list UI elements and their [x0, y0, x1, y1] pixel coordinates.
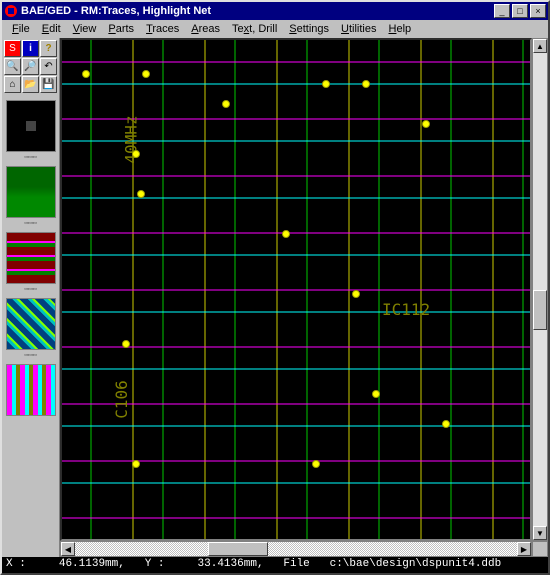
menu-textdrill[interactable]: Text, Drill [226, 21, 283, 37]
silkscreen-label-c: C106 [112, 380, 131, 419]
menu-view[interactable]: View [67, 21, 103, 37]
silkscreen-label-ic: IC112 [382, 300, 430, 319]
menubar: File Edit View Parts Traces Areas Text, … [2, 20, 548, 38]
thumbnail-label: ▫▫▫▫▫ [6, 286, 56, 296]
left-panel: S i ? 🔍 🔎 ↶ ⌂ 📂 💾 ▫▫▫▫▫ ▫▫▫▫▫ ▫▫▫▫▫ [2, 38, 60, 557]
tool-home-button[interactable]: ⌂ [4, 76, 21, 93]
menu-help[interactable]: Help [383, 21, 418, 37]
scroll-up-button[interactable]: ▲ [533, 39, 547, 53]
scroll-thumb-v[interactable] [533, 290, 547, 330]
tool-open-button[interactable]: 📂 [22, 76, 39, 93]
thumbnail-label: ▫▫▫▫▫ [6, 352, 56, 362]
status-y-label: Y : [145, 558, 165, 570]
scroll-left-button[interactable]: ◀ [61, 542, 75, 556]
zoomout-icon: 🔎 [24, 61, 36, 72]
close-button[interactable]: × [530, 4, 546, 18]
menu-utilities[interactable]: Utilities [335, 21, 382, 37]
thumbnail-layer-1[interactable] [6, 166, 56, 218]
status-y-value: 33.4136mm, [198, 558, 264, 570]
info-icon: i [29, 43, 32, 54]
zoomin-icon: 🔍 [6, 61, 18, 72]
status-x-value: 46.1139mm, [59, 558, 125, 570]
maximize-icon: □ [517, 6, 522, 16]
workspace: S i ? 🔍 🔎 ↶ ⌂ 📂 💾 ▫▫▫▫▫ ▫▫▫▫▫ ▫▫▫▫▫ [2, 38, 548, 557]
tool-save-button[interactable]: 💾 [40, 76, 57, 93]
back-icon: ↶ [44, 61, 52, 72]
scroll-right-button[interactable]: ▶ [517, 542, 531, 556]
tool-info-button[interactable]: i [22, 40, 39, 57]
minimize-button[interactable]: _ [494, 4, 510, 18]
thumbnail-layer-2[interactable] [6, 232, 56, 284]
scroll-down-button[interactable]: ▼ [533, 526, 547, 540]
chevron-down-icon: ▼ [536, 529, 544, 538]
scroll-track-h[interactable] [75, 542, 517, 556]
chevron-left-icon: ◀ [65, 545, 71, 554]
scroll-track-v[interactable] [533, 53, 547, 526]
close-icon: × [535, 6, 540, 16]
status-file-label: File [283, 558, 309, 570]
window-title: BAE/GED - RM:Traces, Highlight Net [21, 5, 492, 17]
titlebar[interactable]: BAE/GED - RM:Traces, Highlight Net _ □ × [2, 2, 548, 20]
tool-s-button[interactable]: S [4, 40, 21, 57]
main-area: 40MHz IC112 C106 ▲ ▼ ◀ [60, 38, 548, 557]
vertical-scrollbar[interactable]: ▲ ▼ [532, 38, 548, 541]
tool-help-button[interactable]: ? [40, 40, 57, 57]
statusbar: X : 46.1139mm, Y : 33.4136mm, File c:\ba… [2, 557, 548, 573]
open-icon: 📂 [24, 79, 36, 90]
chevron-up-icon: ▲ [536, 42, 544, 51]
menu-edit[interactable]: Edit [36, 21, 67, 37]
horizontal-scrollbar[interactable]: ◀ ▶ [60, 541, 532, 557]
save-icon: 💾 [42, 79, 54, 90]
minimize-icon: _ [499, 6, 504, 16]
app-icon [4, 4, 18, 18]
help-icon: ? [45, 43, 51, 54]
scrollbar-corner [532, 541, 548, 557]
chevron-right-icon: ▶ [521, 545, 527, 554]
menu-areas[interactable]: Areas [185, 21, 226, 37]
home-icon: ⌂ [9, 79, 15, 90]
status-x-label: X : [6, 558, 26, 570]
thumbnail-label: ▫▫▫▫▫ [6, 154, 56, 164]
pcb-canvas[interactable]: 40MHz IC112 C106 [60, 38, 532, 541]
thumbnail-layer-3[interactable] [6, 298, 56, 350]
thumbnail-layer-4[interactable] [6, 364, 56, 416]
menu-parts[interactable]: Parts [102, 21, 140, 37]
menu-traces[interactable]: Traces [140, 21, 185, 37]
menu-settings[interactable]: Settings [283, 21, 335, 37]
tool-back-button[interactable]: ↶ [40, 58, 57, 75]
status-file-value: c:\bae\design\dspunit4.ddb [330, 558, 502, 570]
maximize-button[interactable]: □ [512, 4, 528, 18]
layer-thumbnails: ▫▫▫▫▫ ▫▫▫▫▫ ▫▫▫▫▫ ▫▫▫▫▫ [6, 100, 56, 416]
s-icon: S [9, 43, 16, 54]
tool-zoomout-button[interactable]: 🔎 [22, 58, 39, 75]
thumbnail-label: ▫▫▫▫▫ [6, 220, 56, 230]
app-window: BAE/GED - RM:Traces, Highlight Net _ □ ×… [0, 0, 550, 575]
menu-file[interactable]: File [6, 21, 36, 37]
thumbnail-overview[interactable] [6, 100, 56, 152]
tool-zoomin-button[interactable]: 🔍 [4, 58, 21, 75]
scroll-thumb-h[interactable] [208, 542, 268, 556]
